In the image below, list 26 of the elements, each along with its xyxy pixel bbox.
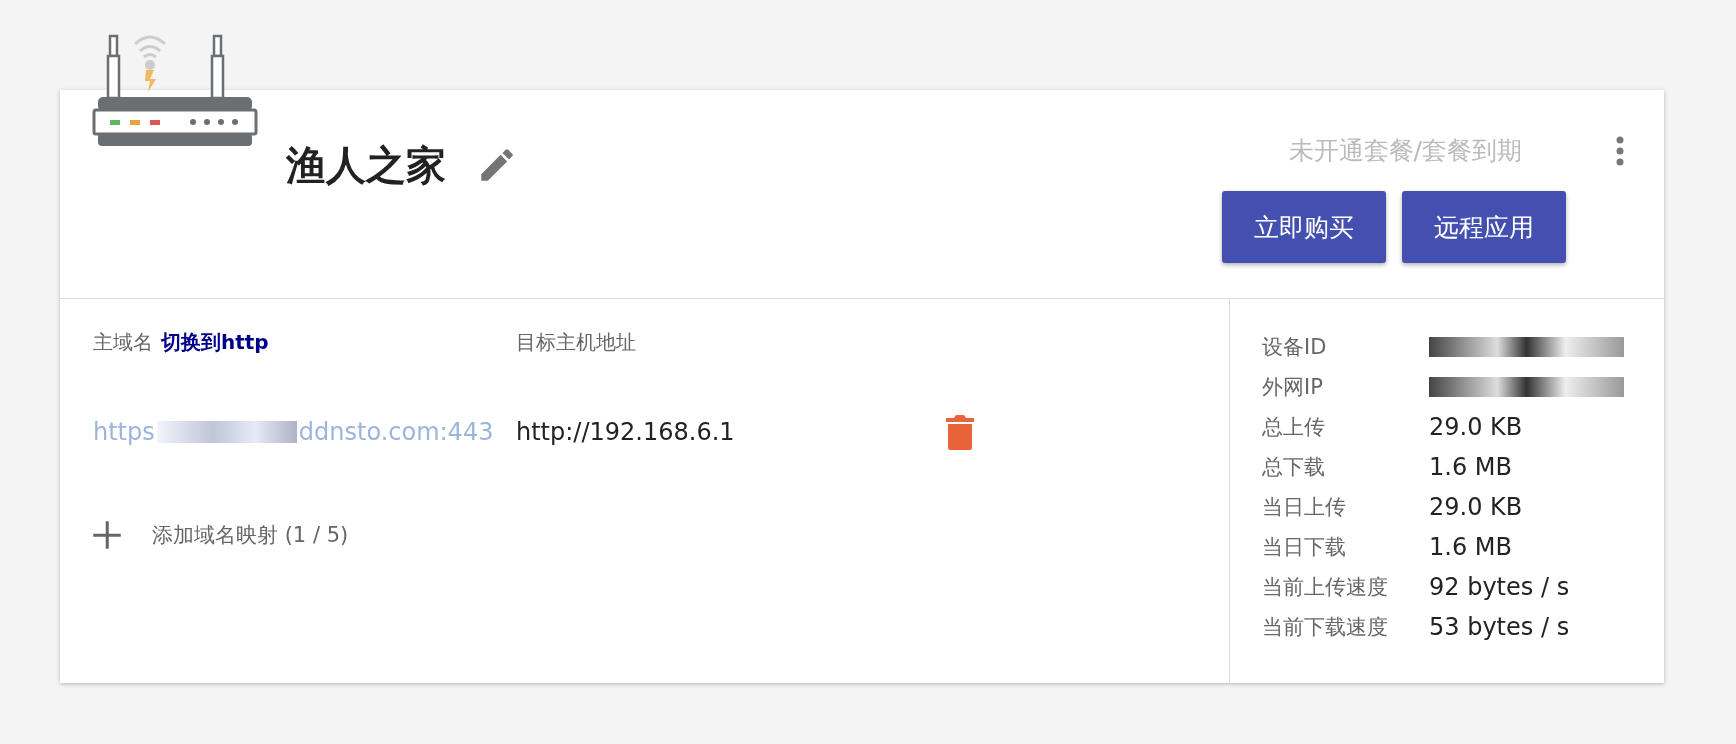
stat-label: 当日下载 <box>1262 533 1347 561</box>
action-button[interactable]: 远程应用 <box>1402 191 1566 263</box>
stat-value: 29.0 KB <box>1429 412 1523 441</box>
add-mapping-link[interactable]: 添加域名映射 (1 / 5) <box>152 521 349 549</box>
stat-value: 29.0 KB <box>1429 492 1523 521</box>
stat-label: 总上传 <box>1262 413 1326 441</box>
device-name: 渔人之家 <box>286 140 446 190</box>
stat-value: 1.6 MB <box>1429 532 1512 561</box>
stat-label: 外网IP <box>1262 373 1324 401</box>
add-icon[interactable] <box>92 520 122 550</box>
column-header: 目标主机地址 <box>516 329 636 356</box>
plan-status: 未开通套餐/套餐到期 <box>1288 135 1522 167</box>
action-button[interactable]: 立即购买 <box>1222 191 1386 263</box>
stat-value: 53 bytes / s <box>1429 612 1570 641</box>
stat-value: 1.6 MB <box>1429 452 1512 481</box>
stat-label: 总下载 <box>1262 453 1326 481</box>
more-icon[interactable] <box>1616 134 1624 167</box>
stat-value: 92 bytes / s <box>1429 572 1570 601</box>
column-header: 主域名 <box>93 329 153 356</box>
target-address: http://192.168.6.1 <box>516 418 736 446</box>
stat-label: 当前上传速度 <box>1262 573 1389 601</box>
stat-label: 设备ID <box>1262 333 1328 361</box>
switch-link[interactable]: 切换到http <box>161 329 269 356</box>
stat-label: 当前下载速度 <box>1262 613 1389 641</box>
delete-icon[interactable] <box>946 414 974 450</box>
stat-label: 当日上传 <box>1262 493 1347 521</box>
